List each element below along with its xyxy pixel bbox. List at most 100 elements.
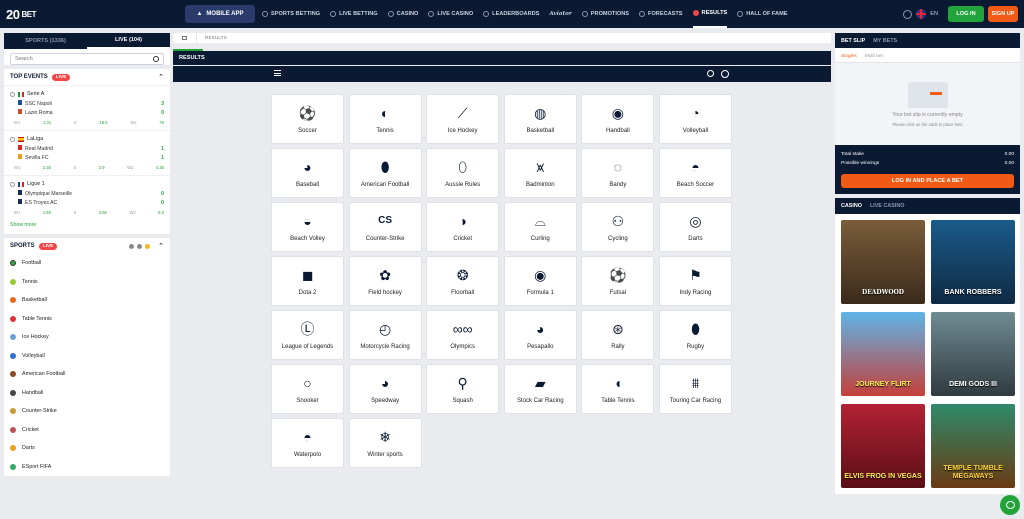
sport-tile-field-hockey[interactable]: ✿ Field hockey — [348, 256, 422, 306]
star-icon[interactable] — [10, 91, 15, 97]
team-row[interactable]: Real Madrid 1 — [10, 144, 164, 153]
sport-tile-counter-strike[interactable]: CS Counter-Strike — [348, 202, 422, 252]
nav-casino[interactable]: CASINO — [387, 0, 418, 28]
sport-tile-indy-racing[interactable]: ⚑ Indy Racing — [658, 256, 732, 306]
sport-item-tennis[interactable]: Tennis — [4, 273, 170, 292]
sport-tile-soccer[interactable]: ⚽ Soccer — [271, 94, 344, 144]
chevron-up-icon[interactable]: ⌃ — [158, 242, 164, 250]
nav-forecasts[interactable]: FORECASTS — [639, 0, 683, 28]
sport-tile-badminton[interactable]: ⩙ Badminton — [503, 148, 577, 198]
trophy-icon[interactable] — [129, 243, 135, 249]
team-row[interactable]: SSC Napoli 3 — [10, 99, 164, 108]
top-events-header[interactable]: TOP EVENTS LIVE ⌃ — [4, 69, 170, 85]
sport-item-basketball[interactable]: Basketball — [4, 291, 170, 310]
sport-tile-squash[interactable]: ⚲ Squash — [426, 364, 500, 414]
settings-icon[interactable] — [721, 70, 729, 78]
sport-tile-pesapallo[interactable]: ◕ Pesapallo — [503, 310, 577, 360]
star-icon[interactable] — [10, 181, 15, 187]
login-button[interactable]: LOG IN — [948, 6, 984, 22]
sport-tile-beach-volley[interactable]: ◒ Beach Volley — [271, 202, 344, 252]
sport-tile-rugby[interactable]: ⬮ Rugby — [658, 310, 732, 360]
team-row[interactable]: ES Troyes AC 0 — [10, 198, 164, 207]
sport-tile-darts[interactable]: ◎ Darts — [658, 202, 732, 252]
sport-item-table-tennis[interactable]: Table Tennis — [4, 310, 170, 329]
team-row[interactable]: Olympique Marseille 0 — [10, 189, 164, 198]
tab-casino[interactable]: CASINO — [841, 203, 862, 209]
sport-item-volleyball[interactable]: Volleyball — [4, 347, 170, 366]
tab-singles[interactable]: Singles — [841, 54, 857, 59]
sport-tile-curling[interactable]: ⌓ Curling — [503, 202, 577, 252]
sport-tile-waterpolo[interactable]: ◓ Waterpolo — [271, 418, 344, 468]
sport-tile-handball[interactable]: ◉ Handball — [581, 94, 655, 144]
odds-value[interactable]: 75 — [159, 120, 164, 125]
sport-tile-bandy[interactable]: ◌ Bandy — [581, 148, 655, 198]
sport-tile-floorball[interactable]: ❂ Floorball — [426, 256, 500, 306]
mobile-app-button[interactable]: ▲ MOBILE APP — [185, 5, 255, 23]
sport-tile-futsal[interactable]: ⚽ Futsal — [581, 256, 655, 306]
sport-tile-cycling[interactable]: ⚇ Cycling — [581, 202, 655, 252]
odds-value[interactable]: 2.9 — [99, 165, 105, 170]
nav-live-casino[interactable]: LIVE CASINO — [428, 0, 473, 28]
sport-tile-dota-2[interactable]: ◼ Dota 2 — [271, 256, 344, 306]
nav-sports-betting[interactable]: SPORTS BETTING — [262, 0, 320, 28]
sport-item-american-football[interactable]: American Football — [4, 365, 170, 384]
star-icon[interactable] — [10, 136, 15, 142]
sport-tile-baseball[interactable]: ◕ Baseball — [271, 148, 344, 198]
nav-results[interactable]: RESULTS — [692, 0, 728, 28]
sport-tile-table-tennis[interactable]: ◖ Table Tennis — [581, 364, 655, 414]
sport-tile-volleyball[interactable]: ◔ Volleyball — [658, 94, 732, 144]
sport-item-esport-fifa[interactable]: ESport FIFA — [4, 458, 170, 477]
tab-bet-slip[interactable]: BET SLIP — [841, 38, 865, 44]
show-more-link[interactable]: Show more — [4, 220, 170, 234]
tab-live[interactable]: LIVE (104) — [87, 33, 170, 49]
chat-button[interactable] — [1000, 495, 1020, 515]
game-tile[interactable]: DEMI GODS III — [931, 312, 1015, 396]
odds-value[interactable]: 2.35 — [43, 165, 51, 170]
home-crumb[interactable] — [173, 33, 197, 43]
sport-tile-olympics[interactable]: ∞∞ Olympics — [426, 310, 500, 360]
odds-value[interactable]: 5.9 — [158, 210, 164, 215]
odds-value[interactable]: 3.65 — [99, 210, 107, 215]
brand-logo[interactable]: 20 BET — [6, 5, 36, 23]
odds-value[interactable]: 1.01 — [43, 120, 51, 125]
game-tile[interactable]: JOURNEY FLIRT — [841, 312, 925, 396]
sport-tile-snooker[interactable]: ○ Snooker — [271, 364, 344, 414]
sports-header[interactable]: SPORTS LIVE ⌃ — [4, 238, 170, 254]
sport-tile-speedway[interactable]: ◕ Speedway — [348, 364, 422, 414]
odds-value[interactable]: 4.35 — [156, 165, 164, 170]
sport-tile-league-of-legends[interactable]: Ⓛ League of Legends — [271, 310, 344, 360]
league-row[interactable]: Serie A — [10, 89, 164, 99]
nav-live-betting[interactable]: LIVE BETTING — [330, 0, 378, 28]
sport-item-football[interactable]: Football — [4, 254, 170, 273]
sport-tile-stock-car-racing[interactable]: ▰ Stock Car Racing — [503, 364, 577, 414]
chevron-up-icon[interactable]: ⌃ — [158, 73, 164, 81]
sport-tile-formula-1[interactable]: ◉ Formula 1 — [503, 256, 577, 306]
sport-tile-aussie-rules[interactable]: ⬯ Aussie Rules — [426, 148, 500, 198]
search-input[interactable] — [15, 56, 145, 62]
sport-tile-cricket[interactable]: ◑ Cricket — [426, 202, 500, 252]
league-row[interactable]: Ligue 1 — [10, 179, 164, 189]
tab-sports[interactable]: SPORTS (1336) — [4, 33, 87, 49]
sport-item-handball[interactable]: Handball — [4, 384, 170, 403]
globe-icon[interactable] — [903, 9, 913, 19]
odds-value[interactable]: 1.65 — [43, 210, 51, 215]
nav-hall-of-fame[interactable]: HALL OF FAME — [737, 0, 787, 28]
search-icon[interactable] — [153, 56, 159, 62]
tab-multi-bet[interactable]: Multi bet — [865, 54, 883, 59]
tab-live-casino[interactable]: LIVE CASINO — [870, 203, 904, 209]
game-tile[interactable]: BANK ROBBERS — [931, 220, 1015, 304]
tab-my-bets[interactable]: MY BETS — [873, 38, 897, 44]
game-tile[interactable]: TEMPLE TUMBLE MEGAWAYS — [931, 404, 1015, 488]
game-tile[interactable]: ELVIS FROG IN VEGAS — [841, 404, 925, 488]
odds-value[interactable]: 18.5 — [99, 120, 107, 125]
league-row[interactable]: LaLiga — [10, 134, 164, 144]
team-row[interactable]: Sevilla FC 1 — [10, 153, 164, 162]
sport-item-cricket[interactable]: Cricket — [4, 421, 170, 440]
sport-item-ice-hockey[interactable]: Ice Hockey — [4, 328, 170, 347]
team-row[interactable]: Lazio Roma 0 — [10, 108, 164, 117]
nav-promotions[interactable]: PROMOTIONS — [581, 0, 629, 28]
sport-tile-motorcycle-racing[interactable]: ◴ Motorcycle Racing — [348, 310, 422, 360]
menu-icon[interactable] — [274, 70, 281, 76]
coin-icon[interactable] — [145, 243, 151, 249]
sport-tile-rally[interactable]: ⊛ Rally — [581, 310, 655, 360]
